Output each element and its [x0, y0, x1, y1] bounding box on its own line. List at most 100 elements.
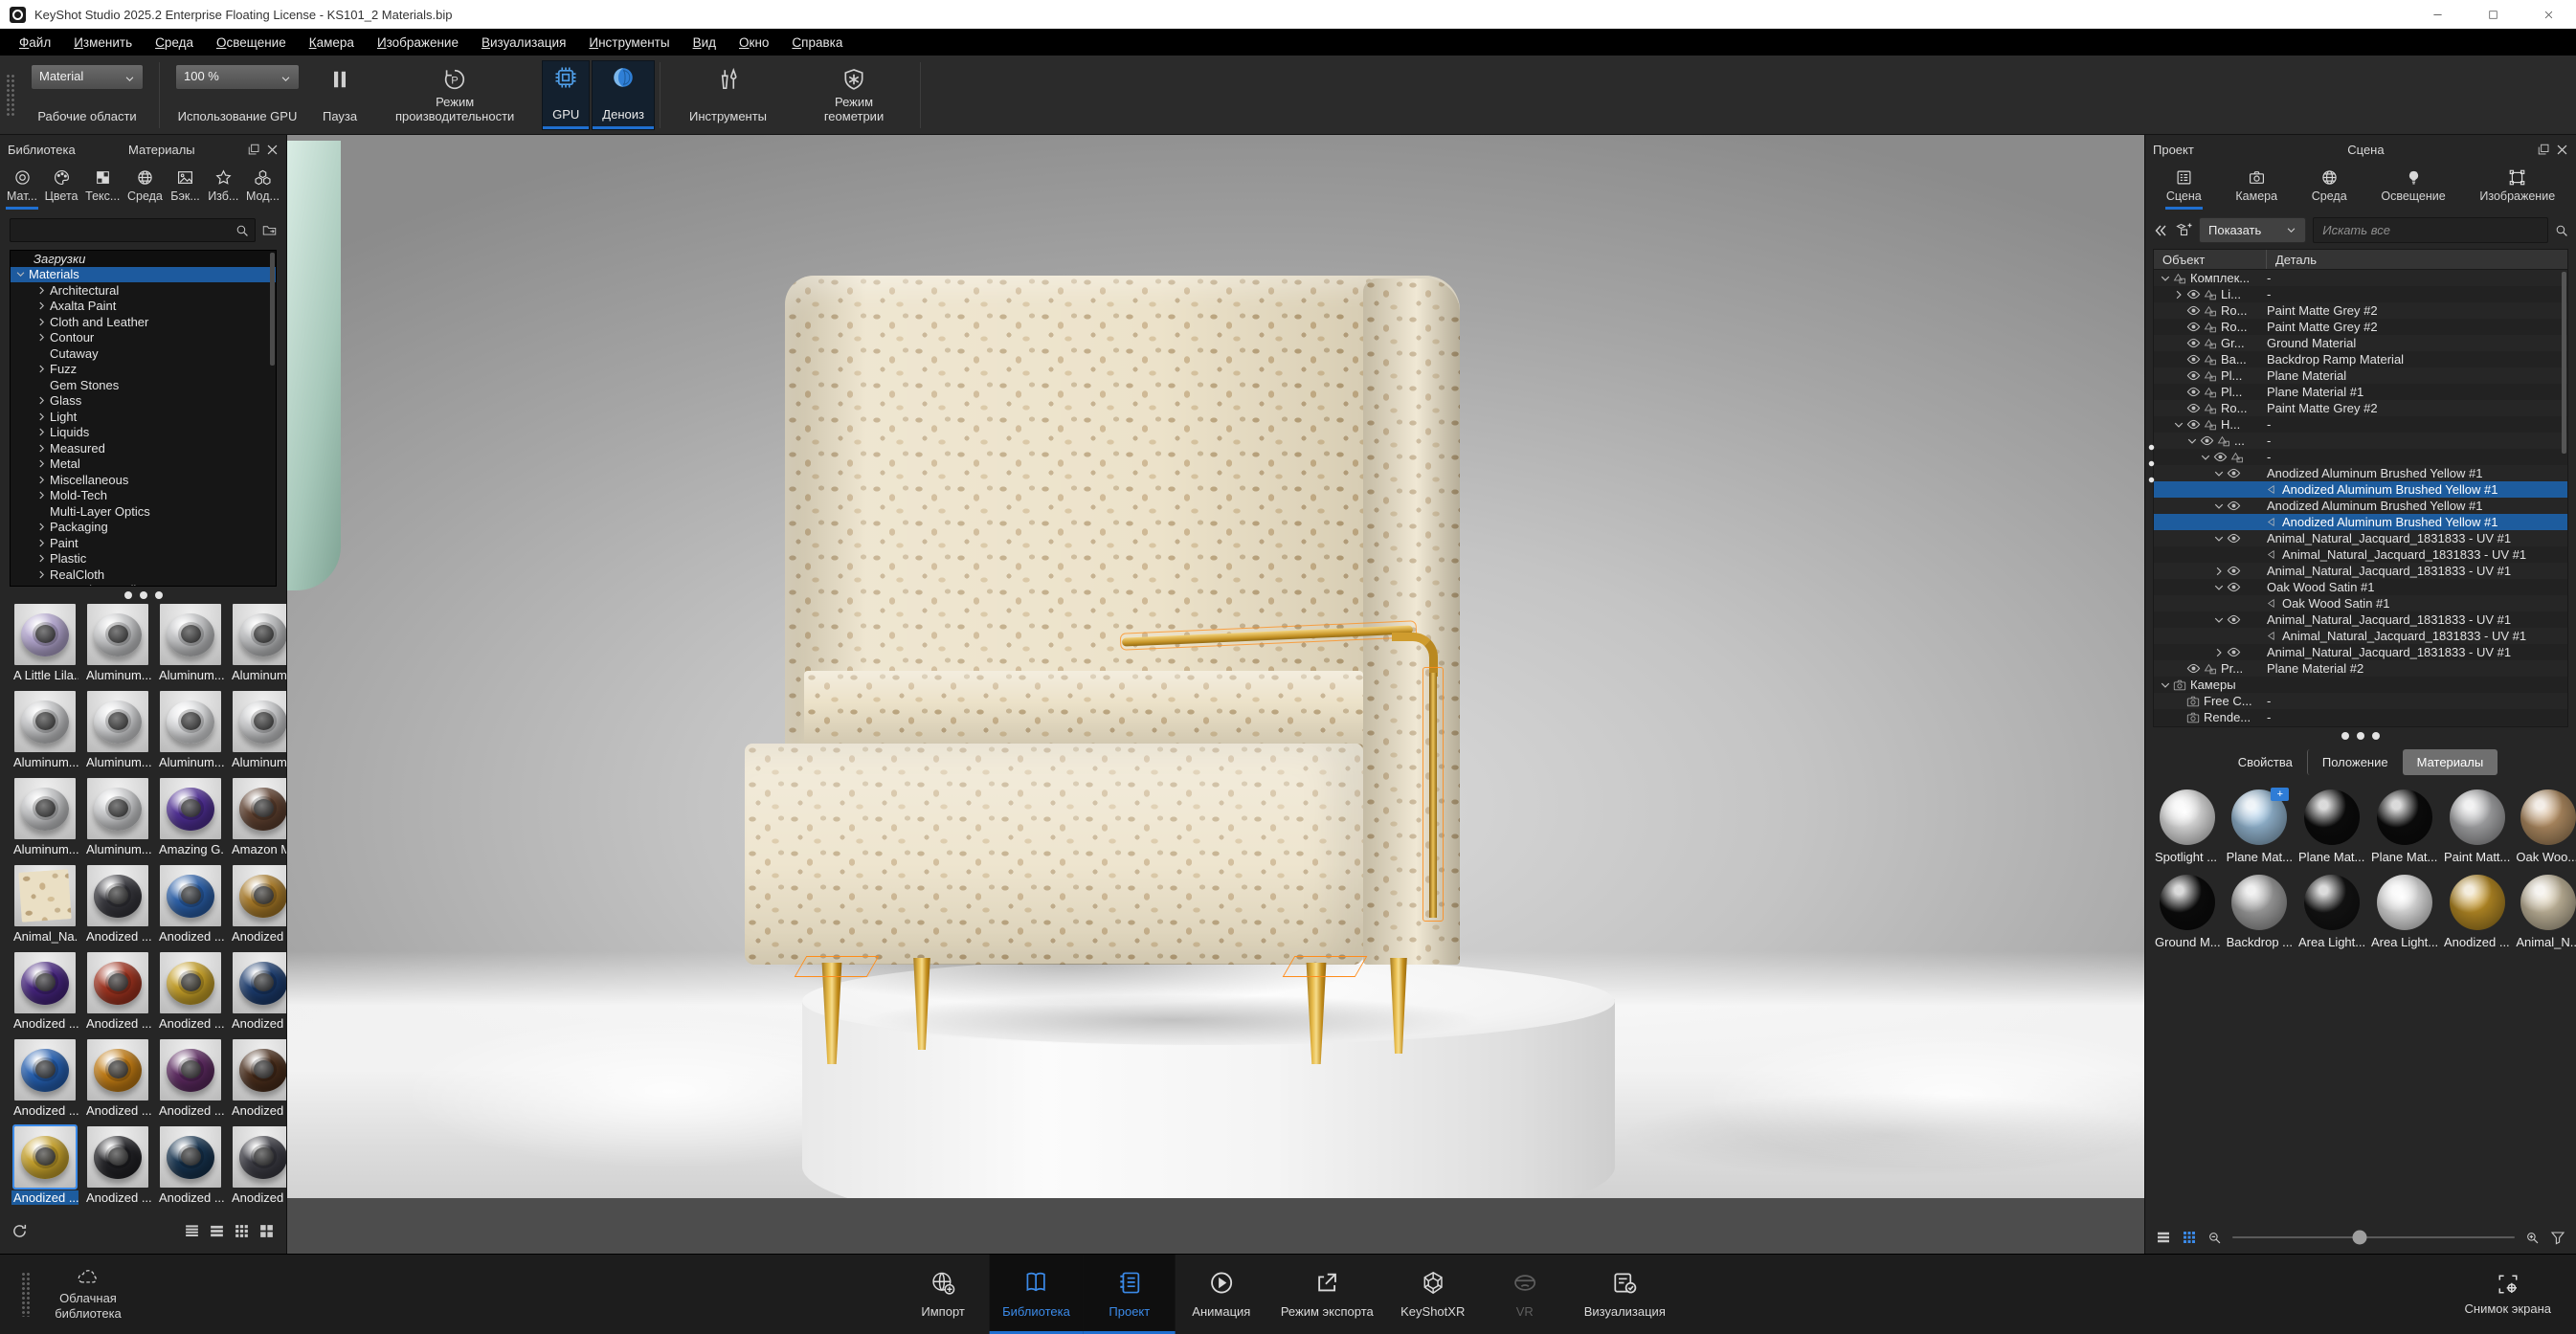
undock-icon[interactable] — [248, 144, 260, 156]
scene-material-item[interactable]: Paint Matt... — [2442, 785, 2512, 866]
scene-material-item[interactable]: Ground M... — [2153, 870, 2223, 951]
dock-item-Анимация[interactable]: Анимация — [1176, 1255, 1267, 1334]
tree-item-Glass[interactable]: Glass — [11, 393, 276, 410]
material-thumbnail[interactable]: Anodized ... — [157, 952, 224, 1031]
library-tab-Мод...[interactable]: Мод... — [245, 167, 280, 210]
material-thumbnail[interactable]: Aluminum... — [84, 691, 151, 769]
tree-item-Packaging[interactable]: Packaging — [11, 520, 276, 536]
properties-tab-Свойства[interactable]: Свойства — [2224, 749, 2307, 775]
library-tab-Бэк...[interactable]: Бэк... — [169, 167, 202, 210]
maximize-button[interactable] — [2465, 0, 2520, 29]
dock-item-KeyShotXR[interactable]: KeyShotXR — [1387, 1255, 1479, 1334]
library-pager-dots[interactable] — [0, 587, 286, 602]
scene-tree-row[interactable]: Anodized Aluminum Brushed Yellow #1 — [2154, 481, 2567, 498]
material-thumbnail[interactable]: Aluminum... — [84, 604, 151, 682]
detail-list-view-icon[interactable] — [184, 1223, 200, 1239]
dock-item-Проект[interactable]: Проект — [1084, 1255, 1176, 1334]
tree-item-Scattering-Medium[interactable]: Scattering Medium — [11, 583, 276, 588]
scene-tree-row[interactable]: Ro...Paint Matte Grey #2 — [2154, 400, 2567, 416]
material-thumbnail[interactable]: Anodized ... — [11, 1126, 78, 1205]
tree-item-Axalta-Paint[interactable]: Axalta Paint — [11, 299, 276, 315]
tree-item-Gem-Stones[interactable]: Gem Stones — [11, 377, 276, 393]
denoise-toggle-button[interactable]: Деноиз — [592, 60, 655, 130]
tree-item-Liquids[interactable]: Liquids — [11, 425, 276, 441]
thumbnail-size-slider[interactable] — [2232, 1236, 2515, 1238]
scene-material-item[interactable]: Spotlight ... — [2153, 785, 2223, 866]
library-search-box[interactable] — [10, 218, 256, 242]
sofa-seat-cushion[interactable] — [804, 671, 1363, 751]
scene-tree-row[interactable]: Rende...- — [2154, 709, 2567, 725]
cloud-library-button[interactable]: Облачная библиотека — [35, 1255, 141, 1334]
tree-item-Measured[interactable]: Measured — [11, 440, 276, 456]
library-tab-Среда[interactable]: Среда — [126, 167, 164, 210]
material-thumbnail[interactable]: Aluminum... — [11, 691, 78, 769]
material-thumbnail[interactable]: Anodized ... — [11, 1039, 78, 1118]
add-group-icon[interactable] — [2175, 223, 2192, 238]
material-thumbnail[interactable]: Anodized ... — [84, 1126, 151, 1205]
library-search-input[interactable] — [16, 222, 235, 238]
object-column-header[interactable]: Объект — [2154, 250, 2267, 269]
tree-scrollbar[interactable] — [270, 253, 275, 366]
material-thumbnail[interactable]: Aluminum... — [157, 604, 224, 682]
scene-tree-row[interactable]: Li...- — [2154, 286, 2567, 302]
performance-mode-button[interactable]: P Режим производительности — [369, 60, 541, 130]
dock-item-Импорт[interactable]: Импорт — [897, 1255, 989, 1334]
material-thumbnail[interactable]: Anodized ... — [84, 865, 151, 944]
list-view-icon[interactable] — [209, 1223, 225, 1239]
scene-tree-row[interactable]: Ro...Paint Matte Grey #2 — [2154, 319, 2567, 335]
tree-item-Light[interactable]: Light — [11, 409, 276, 425]
material-thumbnail[interactable]: Anodized ... — [230, 952, 286, 1031]
scene-tree-row[interactable]: ...- — [2154, 433, 2567, 449]
screenshot-button[interactable]: Снимок экрана — [2440, 1255, 2576, 1334]
tree-item-Architectural[interactable]: Architectural — [11, 282, 276, 299]
material-thumbnail[interactable]: Anodized ... — [84, 952, 151, 1031]
material-thumbnail[interactable]: Animal_Na... — [11, 865, 78, 944]
tree-item-Cloth-and-Leather[interactable]: Cloth and Leather — [11, 314, 276, 330]
material-thumbnail[interactable]: Aluminum... — [230, 691, 286, 769]
scene-tree-row[interactable]: Animal_Natural_Jacquard_1831833 - UV #1 — [2154, 611, 2567, 628]
gpu-usage-dropdown[interactable]: 100 % — [175, 64, 300, 90]
scene-tree-row[interactable]: Gr...Ground Material — [2154, 335, 2567, 351]
menu-item-Среда[interactable]: Среда — [144, 35, 205, 50]
library-tab-Мат...[interactable]: Мат... — [6, 167, 38, 210]
material-thumbnail[interactable]: Amazon M... — [230, 778, 286, 856]
slider-thumb[interactable] — [2352, 1231, 2366, 1245]
grid-view-icon[interactable] — [2182, 1230, 2197, 1245]
scene-tree-row[interactable]: Комплек...- — [2154, 270, 2567, 286]
geometry-mode-button[interactable]: Режим геометрии — [792, 60, 916, 130]
menu-item-Окно[interactable]: Окно — [728, 35, 780, 50]
project-tab-Освещение[interactable]: Освещение — [2380, 167, 2446, 210]
tree-item-Plastic[interactable]: Plastic — [11, 551, 276, 567]
tree-item-Mold-Tech[interactable]: Mold-Tech — [11, 488, 276, 504]
menu-item-Камера[interactable]: Камера — [298, 35, 366, 50]
scene-material-item[interactable]: Oak Woo... — [2514, 785, 2576, 866]
material-thumbnail[interactable]: Aluminum... — [84, 778, 151, 856]
material-thumbnail[interactable]: Amazing G... — [157, 778, 224, 856]
project-pager-dots[interactable] — [2145, 727, 2576, 743]
undock-icon[interactable] — [2538, 144, 2550, 156]
material-thumbnail[interactable]: Aluminum... — [230, 604, 286, 682]
material-thumbnail[interactable]: Anodized ... — [157, 1039, 224, 1118]
menu-item-Вид[interactable]: Вид — [682, 35, 728, 50]
material-thumbnail[interactable]: Anodized ... — [230, 1126, 286, 1205]
material-thumbnail[interactable]: Aluminum... — [157, 691, 224, 769]
project-tab-Среда[interactable]: Среда — [2311, 167, 2348, 210]
tools-button[interactable]: Инструменты — [664, 60, 792, 130]
scene-tree-row[interactable]: Animal_Natural_Jacquard_1831833 - UV #1 — [2154, 644, 2567, 660]
scene-material-item[interactable]: Backdrop ... — [2225, 870, 2295, 951]
material-thumbnail[interactable]: Anodized ... — [157, 1126, 224, 1205]
scene-tree-row[interactable]: Камеры — [2154, 677, 2567, 693]
panel-close-icon[interactable] — [2556, 144, 2568, 156]
realtime-3d-viewport[interactable] — [287, 135, 2144, 1254]
project-tab-Камера[interactable]: Камера — [2234, 167, 2278, 210]
tree-item-Fuzz[interactable]: Fuzz — [11, 362, 276, 378]
detail-column-header[interactable]: Деталь — [2267, 253, 2317, 267]
filter-funnel-icon[interactable] — [2550, 1230, 2565, 1245]
scene-material-item[interactable]: +Plane Mat... — [2225, 785, 2295, 866]
tree-item-Paint[interactable]: Paint — [11, 535, 276, 551]
scene-tree-row[interactable]: Pl...Plane Material #1 — [2154, 384, 2567, 400]
pause-button[interactable]: Пауза — [311, 60, 369, 130]
menu-item-Файл[interactable]: Файл — [8, 35, 62, 50]
zoom-out-icon[interactable] — [2207, 1231, 2222, 1245]
tree-item-RealCloth[interactable]: RealCloth — [11, 567, 276, 583]
